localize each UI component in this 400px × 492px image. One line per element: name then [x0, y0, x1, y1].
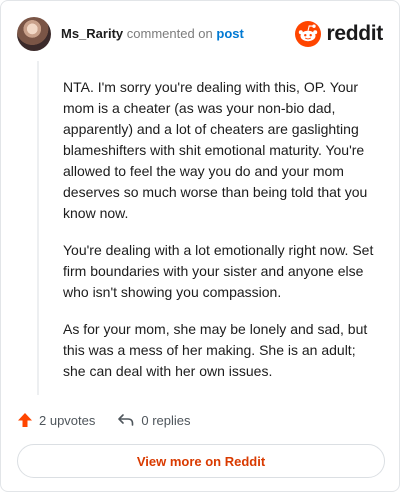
reply-button[interactable]: 0 replies [117, 412, 191, 428]
post-link[interactable]: post [216, 26, 243, 41]
username[interactable]: Ms_Rarity [61, 26, 123, 41]
view-more-button[interactable]: View more on Reddit [17, 444, 385, 478]
upvote-arrow-icon [18, 413, 32, 427]
reply-count: 0 replies [141, 412, 191, 428]
byline: Ms_Rarity commented on post [61, 26, 244, 41]
reddit-logo-icon [295, 21, 322, 47]
reply-arrow-icon [118, 414, 134, 426]
reddit-wordmark: reddit [326, 22, 383, 45]
commented-on-text: commented on [126, 26, 213, 41]
comment-actions: 2 upvotes 0 replies [17, 409, 213, 431]
avatar[interactable] [17, 17, 51, 51]
reddit-logo[interactable]: reddit [295, 21, 383, 47]
comment-paragraph: You're dealing with a lot emotionally ri… [63, 242, 374, 300]
comment-paragraph: NTA. I'm sorry you're dealing with this,… [63, 79, 368, 221]
upvote-button[interactable]: 2 upvotes [17, 412, 95, 428]
upvote-count: 2 upvotes [39, 412, 96, 428]
comment-body: NTA. I'm sorry you're dealing with this,… [37, 61, 385, 395]
embedded-comment-card: Ms_Rarity commented on post reddit NTA. … [0, 0, 400, 492]
comment-header: Ms_Rarity commented on post reddit [17, 17, 383, 53]
comment-paragraph: As for your mom, she may be lonely and s… [63, 321, 368, 379]
